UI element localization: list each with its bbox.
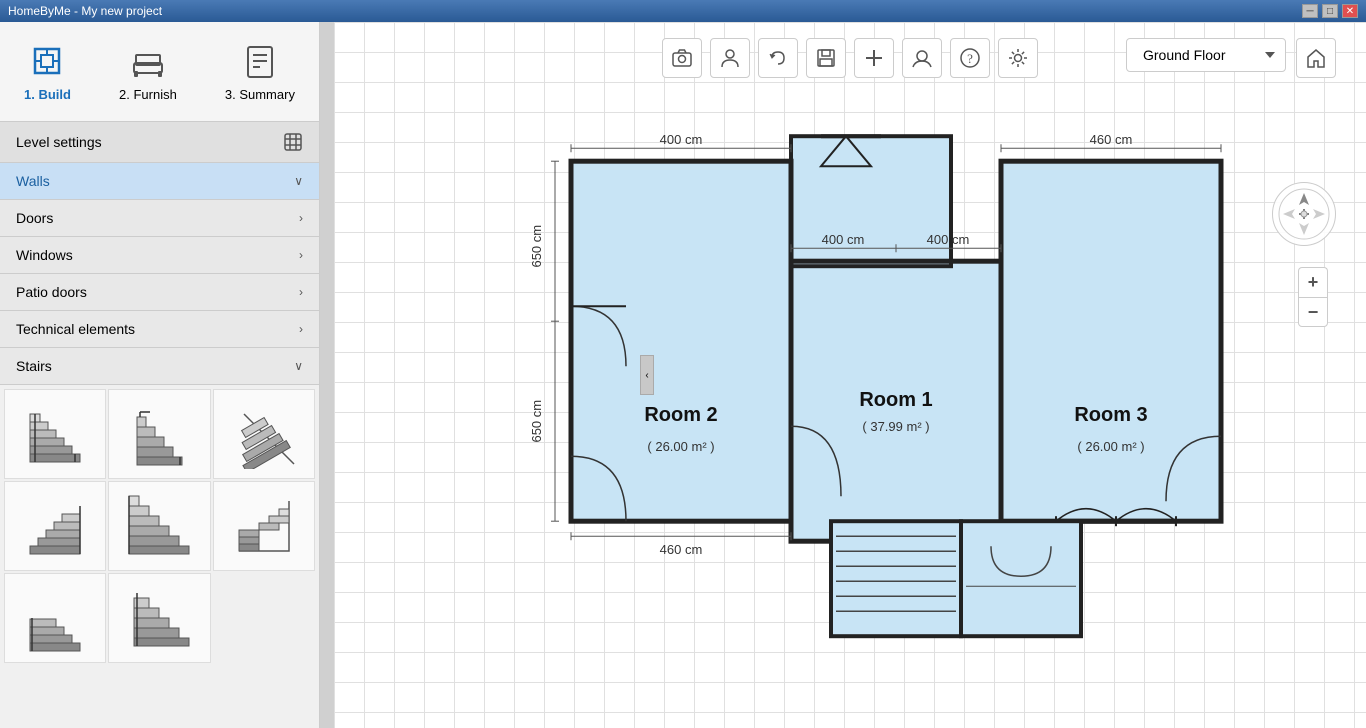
level-dropdown[interactable]: Ground Floor Floor 1 Basement [1126, 38, 1286, 72]
svg-text:400 cm: 400 cm [821, 232, 864, 247]
svg-text:Room 1: Room 1 [859, 389, 932, 411]
stair-icon-4 [20, 491, 90, 561]
svg-text:( 26.00 m² ): ( 26.00 m² ) [647, 439, 714, 454]
sidebar: 1. Build 2. Furnish 3. Summary [0, 22, 320, 728]
stair-icon-7 [20, 583, 90, 653]
stair-item-5[interactable] [108, 481, 210, 571]
svg-text:460 cm: 460 cm [659, 542, 702, 557]
furnish-icon [128, 41, 168, 81]
camera-button[interactable] [662, 38, 702, 78]
profile-button[interactable] [902, 38, 942, 78]
doors-chevron: › [299, 211, 303, 225]
doors-label: Doors [16, 210, 53, 226]
stairs-chevron: ∨ [294, 359, 303, 373]
nav-furnish-label: 2. Furnish [119, 87, 177, 102]
stair-item-1[interactable] [4, 389, 106, 479]
level-settings-icon [283, 132, 303, 152]
nav-summary[interactable]: 3. Summary [209, 33, 311, 110]
person-button[interactable] [710, 38, 750, 78]
patio-doors-chevron: › [299, 285, 303, 299]
level-settings-header[interactable]: Level settings [0, 122, 319, 163]
stair-icon-8 [124, 583, 194, 653]
stair-icon-2 [124, 399, 194, 469]
nav-furnish[interactable]: 2. Furnish [103, 33, 193, 110]
windows-label: Windows [16, 247, 73, 263]
svg-text:Room 3: Room 3 [1074, 404, 1147, 426]
stair-item-4[interactable] [4, 481, 106, 571]
technical-section-header[interactable]: Technical elements › [0, 311, 319, 348]
svg-text:650 cm: 650 cm [529, 225, 544, 268]
patio-doors-section-header[interactable]: Patio doors › [0, 274, 319, 311]
svg-text:Room 2: Room 2 [644, 404, 717, 426]
stair-item-3[interactable] [213, 389, 315, 479]
build-icon [27, 41, 67, 81]
stairs-section-header[interactable]: Stairs ∨ [0, 348, 319, 385]
svg-text:( 26.00 m² ): ( 26.00 m² ) [1077, 439, 1144, 454]
windows-section-header[interactable]: Windows › [0, 237, 319, 274]
svg-text:400 cm: 400 cm [659, 132, 702, 147]
technical-chevron: › [299, 322, 303, 336]
titlebar: HomeByMe - My new project ─ □ ✕ [0, 0, 1366, 22]
technical-label: Technical elements [16, 321, 135, 337]
summary-icon [240, 41, 280, 81]
level-settings-label: Level settings [16, 134, 102, 150]
nav-compass[interactable] [1272, 182, 1336, 246]
zoom-out-button[interactable]: − [1298, 297, 1328, 327]
maximize-button[interactable]: □ [1322, 4, 1338, 18]
minimize-button[interactable]: ─ [1302, 4, 1318, 18]
patio-doors-label: Patio doors [16, 284, 87, 300]
home-button[interactable] [1296, 38, 1336, 78]
stair-icon-5 [124, 491, 194, 561]
undo-button[interactable] [758, 38, 798, 78]
stair-item-7[interactable] [4, 573, 106, 663]
save-button[interactable] [806, 38, 846, 78]
zoom-controls: + − [1298, 267, 1328, 327]
nav-build-label: 1. Build [24, 87, 71, 102]
settings-button[interactable] [998, 38, 1038, 78]
stair-icon-6 [229, 491, 299, 561]
stair-icon-1 [20, 399, 90, 469]
toolbar: ? [662, 38, 1038, 78]
close-button[interactable]: ✕ [1342, 4, 1358, 18]
doors-section-header[interactable]: Doors › [0, 200, 319, 237]
sidebar-content: Level settings Walls ∨ Doors › [0, 122, 319, 728]
svg-text:( 37.99 m² ): ( 37.99 m² ) [862, 419, 929, 434]
svg-text:?: ? [967, 51, 973, 66]
titlebar-title: HomeByMe - My new project [8, 4, 162, 18]
floorplan-svg[interactable]: 400 cm 650 cm 650 cm 460 cm 400 cm 400 c… [511, 106, 1231, 666]
help-button[interactable]: ? [950, 38, 990, 78]
top-nav: 1. Build 2. Furnish 3. Summary [0, 22, 319, 122]
svg-text:650 cm: 650 cm [529, 400, 544, 443]
titlebar-controls[interactable]: ─ □ ✕ [1302, 4, 1358, 18]
windows-chevron: › [299, 248, 303, 262]
nav-build[interactable]: 1. Build [8, 33, 87, 110]
svg-text:400 cm: 400 cm [926, 232, 969, 247]
nav-summary-label: 3. Summary [225, 87, 295, 102]
sidebar-toggle[interactable]: ‹ [640, 355, 654, 395]
walls-section-header[interactable]: Walls ∨ [0, 163, 319, 200]
stairs-grid [0, 385, 319, 667]
zoom-in-button[interactable]: + [1298, 267, 1328, 297]
walls-chevron: ∨ [294, 174, 303, 188]
stairs-label: Stairs [16, 358, 52, 374]
stair-item-8[interactable] [108, 573, 210, 663]
svg-text:460 cm: 460 cm [1089, 132, 1132, 147]
canvas-area[interactable]: ? [334, 22, 1366, 728]
level-select[interactable]: Ground Floor Floor 1 Basement [1126, 38, 1286, 72]
stair-icon-3 [229, 399, 299, 469]
stair-item-2[interactable] [108, 389, 210, 479]
add-button[interactable] [854, 38, 894, 78]
stair-item-6[interactable] [213, 481, 315, 571]
walls-label: Walls [16, 173, 50, 189]
main-container: 1. Build 2. Furnish 3. Summary [0, 22, 1366, 728]
